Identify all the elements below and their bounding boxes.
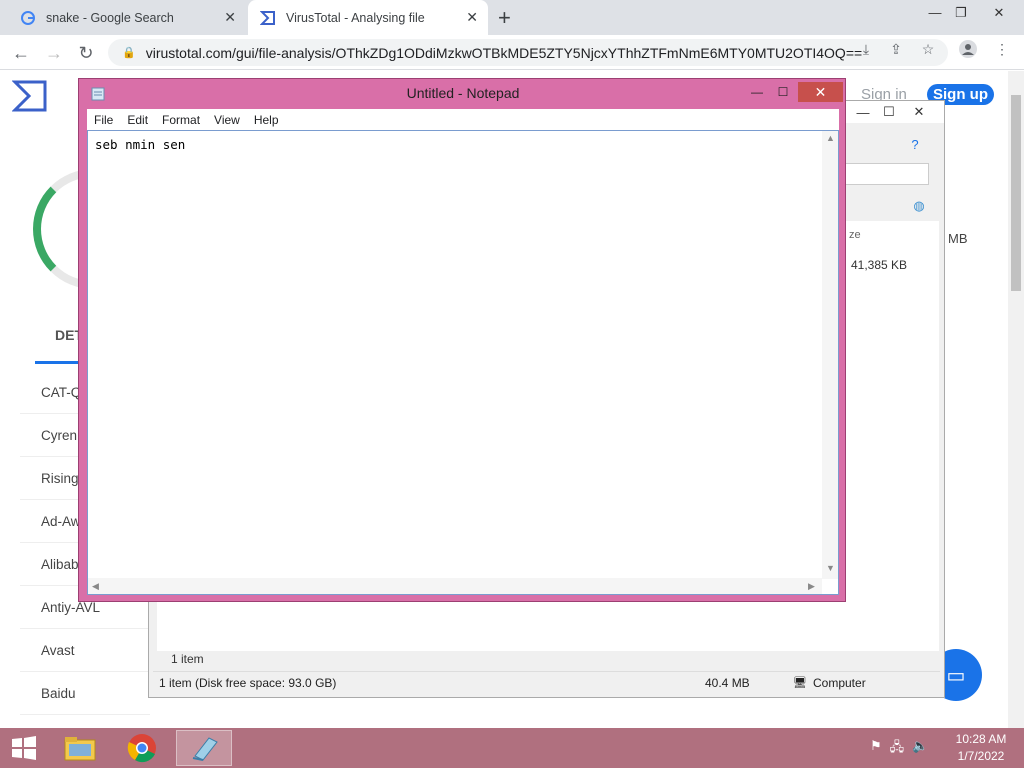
notepad-taskbar-button[interactable] xyxy=(176,730,232,766)
close-icon[interactable]: ✕ xyxy=(984,0,1014,25)
google-icon xyxy=(20,10,36,26)
scroll-right-icon[interactable]: ▶ xyxy=(808,581,815,592)
minimize-icon[interactable]: — xyxy=(745,82,769,102)
forward-icon[interactable]: → xyxy=(42,41,66,65)
system-tray: ⚑ 🖧 🔈 xyxy=(870,738,928,760)
star-icon[interactable]: ☆ xyxy=(918,39,938,59)
file-size-fragment: MB xyxy=(948,231,968,246)
text-editor[interactable]: seb nmin sen ▲ ▼ ◀ ▶ xyxy=(87,130,839,595)
help-icon[interactable]: ? xyxy=(901,135,929,153)
maximize-icon[interactable]: ☐ xyxy=(875,103,903,121)
network-icon[interactable]: 🖧 xyxy=(890,738,905,760)
engine-row: Baidu xyxy=(20,672,150,715)
tab-virustotal[interactable]: VirusTotal - Analysing file ✕ xyxy=(248,0,488,35)
menu-format[interactable]: Format xyxy=(155,113,207,127)
horizontal-scrollbar[interactable]: ◀ ▶ xyxy=(88,578,822,594)
install-icon[interactable]: ⤓ xyxy=(856,39,876,59)
address-bar[interactable]: 🔒 virustotal.com/gui/file-analysis/OThkZ… xyxy=(108,39,948,66)
menu-file[interactable]: File xyxy=(87,113,120,127)
window-title: Untitled - Notepad xyxy=(406,85,520,101)
vertical-scrollbar[interactable]: ▲ ▼ xyxy=(822,131,838,579)
scroll-left-icon[interactable]: ◀ xyxy=(92,581,99,592)
back-icon[interactable]: ← xyxy=(9,41,33,65)
menu-bar: File Edit Format View Help xyxy=(87,109,839,130)
volume-icon[interactable]: 🔈 xyxy=(912,738,928,760)
menu-view[interactable]: View xyxy=(207,113,247,127)
tab-title: snake - Google Search xyxy=(46,10,174,25)
maximize-icon[interactable]: ☐ xyxy=(771,82,795,102)
url-text: virustotal.com/gui/file-analysis/OThkZDg… xyxy=(145,44,863,61)
close-icon[interactable]: ✕ xyxy=(466,9,478,26)
menu-help[interactable]: Help xyxy=(247,113,286,127)
restore-icon[interactable]: ❐ xyxy=(946,0,976,25)
new-tab-button[interactable]: + xyxy=(498,5,511,31)
status-size: 40.4 MB xyxy=(705,676,750,690)
virustotal-logo-icon[interactable] xyxy=(12,79,48,113)
scrollbar-thumb[interactable] xyxy=(1011,95,1021,291)
reload-icon[interactable]: ↻ xyxy=(74,41,98,65)
status-bar: 1 item (Disk free space: 93.0 GB) 40.4 M… xyxy=(153,671,940,693)
clock-date: 1/7/2022 xyxy=(957,749,1005,763)
browser-tab-strip: snake - Google Search ✕ VirusTotal - Ana… xyxy=(0,0,1024,35)
page-scrollbar[interactable] xyxy=(1008,71,1024,728)
action-center-icon[interactable]: ⚑ xyxy=(870,738,882,760)
menu-edit[interactable]: Edit xyxy=(120,113,155,127)
computer-icon: 🖥 xyxy=(793,677,807,689)
editor-content[interactable]: seb nmin sen xyxy=(95,137,185,152)
clock[interactable]: 10:28 AM 1/7/2022 xyxy=(950,731,1012,765)
minimize-icon[interactable]: — xyxy=(849,103,877,121)
engine-row: Avast xyxy=(20,629,150,672)
taskbar: ⚑ 🖧 🔈 10:28 AM 1/7/2022 xyxy=(0,728,1024,768)
size-column-header[interactable]: ze xyxy=(849,229,861,241)
chrome-taskbar-button[interactable] xyxy=(114,730,170,766)
item-count: 1 item xyxy=(171,652,204,666)
close-icon[interactable]: ✕ xyxy=(224,9,236,26)
share-icon[interactable]: ⇪ xyxy=(886,39,906,59)
windows-icon xyxy=(12,736,36,760)
close-button[interactable]: ✕ xyxy=(798,82,843,102)
file-explorer-taskbar-button[interactable] xyxy=(52,730,108,766)
close-icon[interactable]: ✕ xyxy=(905,103,933,121)
start-button[interactable] xyxy=(0,730,48,766)
scroll-up-icon[interactable]: ▲ xyxy=(826,133,835,143)
profile-icon[interactable] xyxy=(958,39,978,59)
globe-icon[interactable]: ◍ xyxy=(905,197,933,215)
notepad-window: Untitled - Notepad — ☐ ✕ File Edit Forma… xyxy=(78,78,846,602)
search-input[interactable] xyxy=(839,163,929,185)
folder-icon xyxy=(64,737,96,761)
menu-icon[interactable]: ⋮ xyxy=(992,39,1012,59)
status-disk-space: 1 item (Disk free space: 93.0 GB) xyxy=(159,676,337,690)
virustotal-icon xyxy=(260,10,276,26)
lock-icon: 🔒 xyxy=(122,47,136,59)
clock-time: 10:28 AM xyxy=(955,732,1007,746)
tab-google-search[interactable]: snake - Google Search ✕ xyxy=(8,0,246,35)
browser-toolbar: ← → ↻ 🔒 virustotal.com/gui/file-analysis… xyxy=(0,35,1024,70)
scroll-down-icon[interactable]: ▼ xyxy=(826,563,835,573)
chrome-icon xyxy=(127,734,156,763)
tab-title: VirusTotal - Analysing file xyxy=(286,10,425,25)
status-location: Computer xyxy=(813,676,866,690)
notepad-icon xyxy=(192,737,218,761)
file-size-cell: 41,385 KB xyxy=(851,258,908,272)
